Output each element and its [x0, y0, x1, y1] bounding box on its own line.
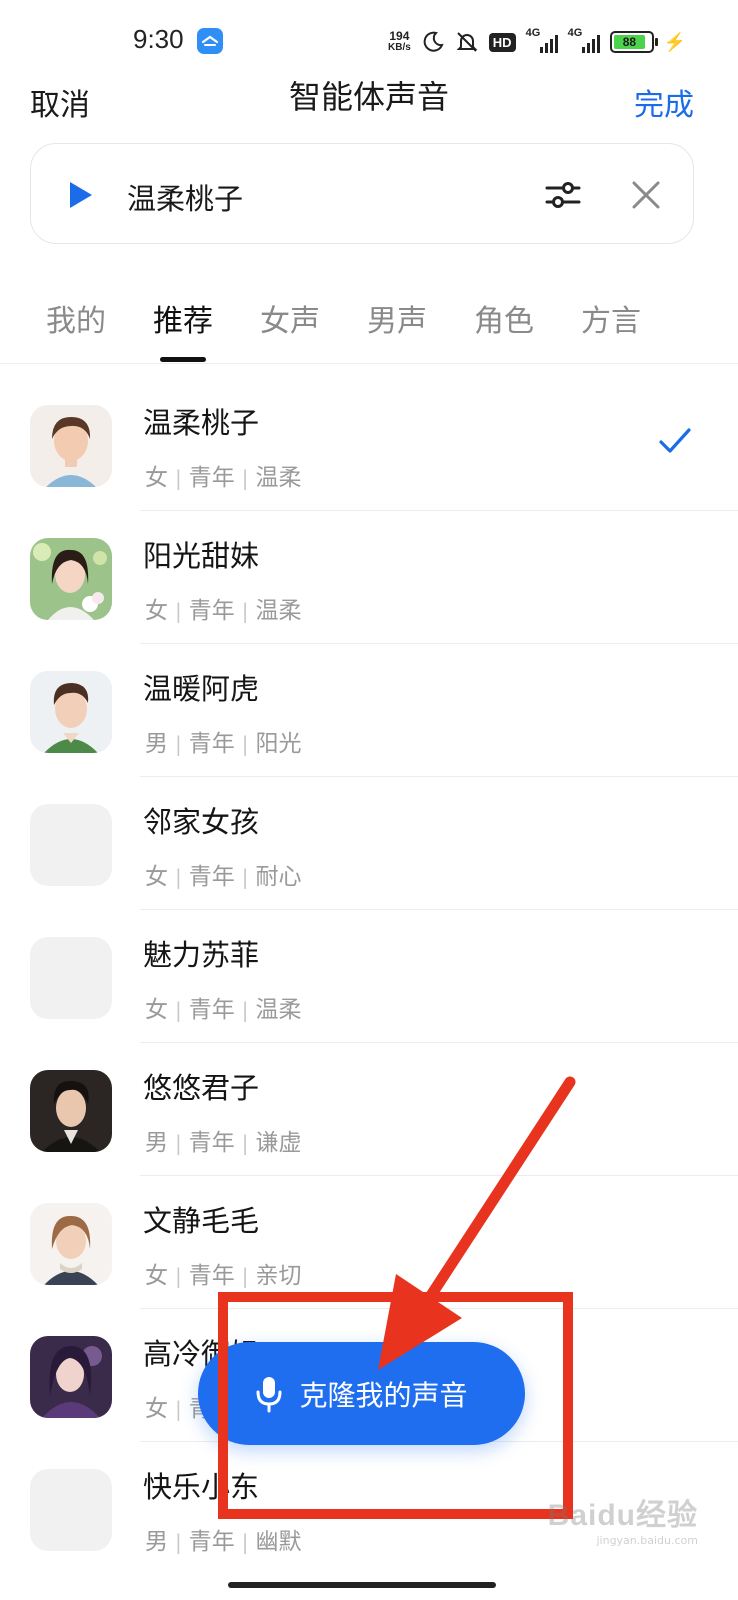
voice-name: 阳光甜妹	[143, 539, 260, 573]
voice-tags: 女 | 青年 | 温柔	[145, 997, 302, 1023]
voice-name: 邻家女孩	[143, 805, 260, 839]
play-icon[interactable]	[65, 180, 95, 210]
list-item[interactable]: 阳光甜妹 女 | 青年 | 温柔	[0, 511, 738, 644]
bell-muted-icon	[456, 32, 478, 52]
avatar	[30, 1070, 112, 1152]
avatar	[30, 1469, 112, 1551]
charging-icon: ⚡	[663, 31, 686, 52]
voice-name: 温柔桃子	[143, 406, 260, 440]
voice-tags: 女 | 青年 | 温柔	[145, 598, 302, 624]
voice-name: 快乐小东	[143, 1470, 260, 1504]
close-icon[interactable]	[629, 178, 663, 212]
adjust-settings-icon[interactable]	[545, 178, 581, 212]
moon-icon	[423, 31, 444, 52]
avatar	[30, 1203, 112, 1285]
battery-level: 88	[613, 35, 646, 49]
avatar	[30, 538, 112, 620]
voice-tags: 男 | 青年 | 幽默	[145, 1529, 302, 1555]
status-indicators: 194 KB/s HD 4G 4G 88 ⚡	[388, 27, 686, 56]
signal-icon-1: 4G	[526, 27, 558, 53]
signal-icon-2: 4G	[568, 27, 600, 53]
avatar	[30, 937, 112, 1019]
voice-name: 温暖阿虎	[143, 672, 260, 706]
voice-tags: 女 | 青年 | 亲切	[145, 1263, 302, 1289]
voice-name: 文静毛毛	[143, 1204, 260, 1238]
avatar	[30, 804, 112, 886]
watermark-url: jingyan.baidu.com	[596, 1534, 698, 1547]
tab-female[interactable]: 女声	[260, 296, 320, 358]
microphone-icon	[256, 1376, 282, 1412]
voice-name: 悠悠君子	[143, 1071, 260, 1105]
tab-dialect[interactable]: 方言	[581, 296, 641, 358]
voice-tags: 男 | 青年 | 谦虚	[145, 1130, 302, 1156]
tab-character[interactable]: 角色	[474, 296, 534, 358]
tab-recommended[interactable]: 推荐	[153, 296, 213, 362]
watermark-logo: Baidu经验	[547, 1499, 698, 1532]
current-voice-name: 温柔桃子	[127, 182, 244, 216]
voice-tags: 女 | 青年 | 耐心	[145, 864, 302, 890]
tab-mine[interactable]: 我的	[46, 296, 106, 358]
tabs-divider	[0, 363, 738, 364]
list-item[interactable]: 文静毛毛 女 | 青年 | 亲切	[0, 1176, 738, 1309]
tab-male[interactable]: 男声	[367, 296, 427, 358]
home-indicator[interactable]	[228, 1582, 496, 1588]
avatar	[30, 405, 112, 487]
page-title: 智能体声音	[288, 78, 449, 116]
hd-voice-badge: HD	[488, 32, 516, 52]
category-tabs: 我的 推荐 女声 男声 角色 方言	[46, 296, 641, 362]
clone-my-voice-button[interactable]: 克隆我的声音	[198, 1342, 525, 1445]
clone-button-label: 克隆我的声音	[299, 1378, 468, 1412]
list-item[interactable]: 魅力苏菲 女 | 青年 | 温柔	[0, 910, 738, 1043]
list-item[interactable]: 悠悠君子 男 | 青年 | 谦虚	[0, 1043, 738, 1176]
net-speed: 194 KB/s	[388, 29, 411, 53]
current-voice-card: 温柔桃子	[30, 143, 694, 244]
avatar	[30, 671, 112, 753]
list-item[interactable]: 温暖阿虎 男 | 青年 | 阳光	[0, 644, 738, 777]
list-item[interactable]: 温柔桃子 女 | 青年 | 温柔	[0, 378, 738, 511]
check-icon	[659, 428, 691, 453]
status-bar: 9:30 194 KB/s HD 4G 4G 88 ⚡	[0, 0, 738, 80]
voice-name: 魅力苏菲	[143, 938, 260, 972]
done-button[interactable]: 完成	[634, 80, 694, 124]
voice-tags: 女 | 青年 | 温柔	[145, 465, 302, 491]
battery-icon: 88	[609, 31, 658, 53]
voice-tags: 男 | 青年 | 阳光	[145, 731, 302, 757]
status-time: 9:30	[133, 24, 184, 54]
list-item[interactable]: 邻家女孩 女 | 青年 | 耐心	[0, 777, 738, 910]
avatar	[30, 1336, 112, 1418]
app-notification-icon	[197, 28, 223, 54]
